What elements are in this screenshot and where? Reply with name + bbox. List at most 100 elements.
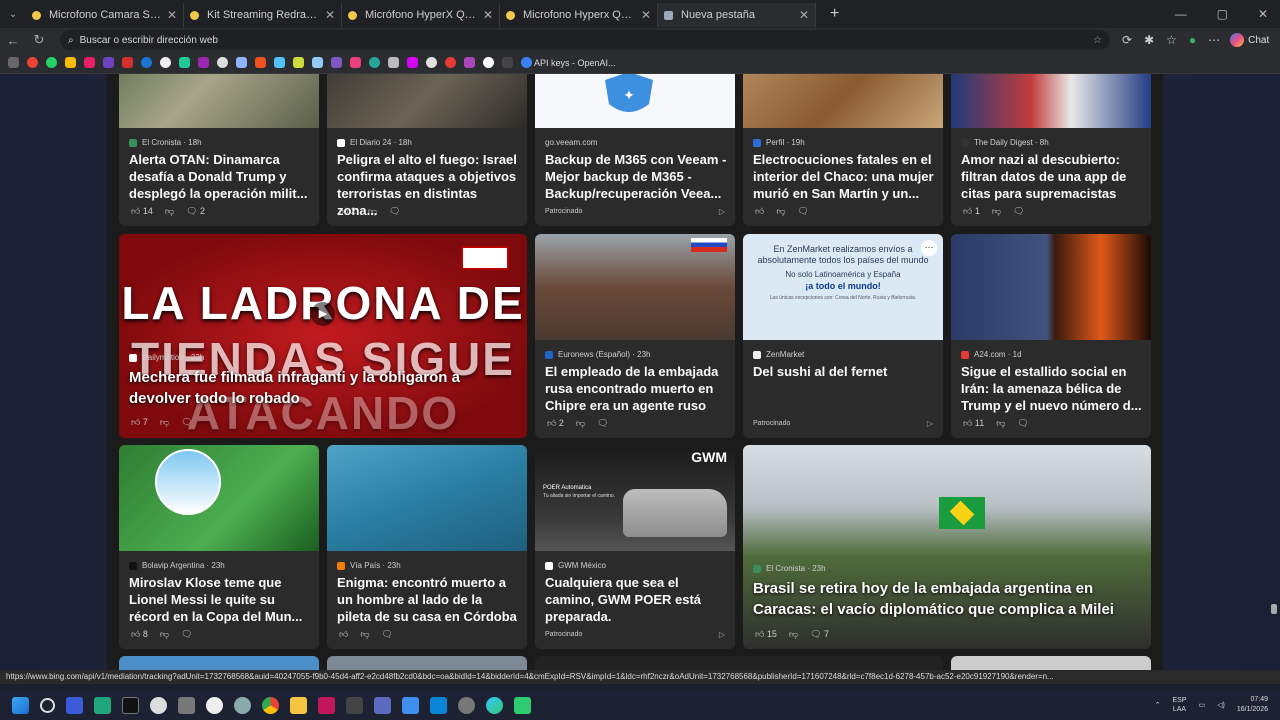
- search-input[interactable]: ⌕ Buscar o escribir dirección web ☆: [60, 30, 1110, 50]
- dislike-icon[interactable]: 👎︎: [360, 629, 369, 640]
- tab-5[interactable]: Nueva pestaña ✕: [658, 3, 816, 27]
- close-icon[interactable]: ✕: [325, 8, 335, 22]
- like-button[interactable]: 👍︎ 8: [131, 629, 148, 640]
- bookmark-icon[interactable]: [255, 57, 266, 68]
- ad-info-icon[interactable]: ▷: [927, 419, 933, 428]
- news-card[interactable]: [327, 656, 527, 670]
- app-icon[interactable]: [514, 696, 531, 714]
- news-card[interactable]: [119, 656, 319, 670]
- tab-4[interactable]: Microfono Hyperx Quadcast 2 Usl ✕: [500, 3, 658, 27]
- comment-icon[interactable]: 🗨︎: [1017, 418, 1028, 429]
- bookmark-icon[interactable]: [236, 57, 247, 68]
- comment-icon[interactable]: 🗨︎: [382, 629, 393, 640]
- like-icon[interactable]: 👍︎: [755, 206, 764, 217]
- chevron-up-icon[interactable]: ⌃: [1155, 701, 1161, 709]
- bookmark-icon[interactable]: [350, 57, 361, 68]
- bookmark-icon[interactable]: [502, 57, 513, 68]
- dislike-icon[interactable]: 👎︎: [996, 418, 1005, 429]
- news-card[interactable]: [535, 656, 943, 670]
- tab-1[interactable]: Microfono Camara Streaming | M ✕: [26, 3, 184, 27]
- tab-3[interactable]: Micrófono HyperX QuadCast S R ✕: [342, 3, 500, 27]
- close-window-icon[interactable]: ✕: [1258, 7, 1268, 21]
- bookmark-icon[interactable]: [426, 57, 437, 68]
- featured-news-card[interactable]: El Cronista · 23h Brasil se retira hoy d…: [743, 445, 1151, 649]
- comment-icon[interactable]: 🗨︎: [798, 206, 809, 217]
- dislike-icon[interactable]: 👎︎: [160, 417, 169, 428]
- clock[interactable]: 07:49 16/1/2026: [1237, 695, 1268, 715]
- news-card[interactable]: [951, 656, 1151, 670]
- like-button[interactable]: 👍︎ 15: [755, 629, 777, 640]
- comment-icon[interactable]: 🗨︎: [181, 417, 192, 428]
- comment-icon[interactable]: 🗨︎: [1013, 206, 1024, 217]
- terminal-icon[interactable]: [122, 696, 139, 714]
- bookmark-icon[interactable]: [445, 57, 456, 68]
- like-icon[interactable]: 👍︎: [339, 629, 348, 640]
- bookmark-icon[interactable]: [407, 57, 418, 68]
- search-icon[interactable]: [40, 697, 55, 713]
- bookmark-icon[interactable]: [198, 57, 209, 68]
- news-card[interactable]: El Diario 24 · 18h Peligra el alto el fu…: [327, 74, 527, 226]
- bookmark-icon[interactable]: [274, 57, 285, 68]
- app-icon[interactable]: [150, 696, 167, 714]
- vscode-icon[interactable]: [430, 696, 447, 714]
- extensions-icon[interactable]: ⟳: [1122, 33, 1132, 47]
- dislike-icon[interactable]: 👎︎: [368, 206, 377, 217]
- scrollbar-thumb[interactable]: [1271, 604, 1277, 614]
- bookmark-icon[interactable]: [293, 57, 304, 68]
- network-icon[interactable]: ▭: [1199, 701, 1206, 709]
- bookmark-icon[interactable]: [388, 57, 399, 68]
- bookmark-icon[interactable]: [65, 57, 76, 68]
- video-card[interactable]: LA LADRONA DE TIENDAS SIGUE ATACANDO ▶ D…: [119, 234, 527, 438]
- edge-icon[interactable]: [486, 696, 503, 714]
- app-icon[interactable]: [346, 696, 363, 714]
- more-options-icon[interactable]: ⋯: [921, 240, 937, 256]
- folder-icon[interactable]: [290, 696, 307, 714]
- close-icon[interactable]: ✕: [167, 8, 177, 22]
- app-icon[interactable]: [178, 696, 195, 714]
- close-icon[interactable]: ✕: [641, 8, 651, 22]
- bookmark-icon[interactable]: [312, 57, 323, 68]
- news-card[interactable]: Euronews (Español) · 23h El empleado de …: [535, 234, 735, 438]
- bookmark-icon[interactable]: [331, 57, 342, 68]
- bookmark-icon[interactable]: [217, 57, 228, 68]
- more-icon[interactable]: ⋯: [1208, 33, 1220, 47]
- ad-card[interactable]: GWM POER Automatica Tu aliada sin import…: [535, 445, 735, 649]
- bookmark-icon[interactable]: [369, 57, 380, 68]
- volume-icon[interactable]: ◁): [1217, 701, 1225, 709]
- dislike-icon[interactable]: 👎︎: [992, 206, 1001, 217]
- like-button[interactable]: 👍︎ 2: [339, 206, 356, 217]
- ad-info-icon[interactable]: ▷: [719, 207, 725, 216]
- bookmark-icon[interactable]: [27, 57, 38, 68]
- bookmark-icon[interactable]: [483, 57, 494, 68]
- news-card[interactable]: Perfil · 19h Electrocuciones fatales en …: [743, 74, 943, 226]
- refresh-icon[interactable]: ↻: [26, 32, 52, 48]
- minimize-icon[interactable]: —: [1175, 7, 1187, 21]
- ad-card[interactable]: ✦ go.veeam.com Backup de M365 con Veeam …: [535, 74, 735, 226]
- settings-icon[interactable]: [234, 696, 251, 714]
- news-card[interactable]: A24.com · 1d Sigue el estallido social e…: [951, 234, 1151, 438]
- puzzle-icon[interactable]: ✱: [1144, 33, 1154, 47]
- comment-icon[interactable]: 🗨︎: [389, 206, 400, 217]
- like-button[interactable]: 👍︎ 7: [131, 417, 148, 428]
- dislike-icon[interactable]: 👎︎: [576, 418, 585, 429]
- news-card[interactable]: Vía País · 23h Enigma: encontró muerto a…: [327, 445, 527, 649]
- collections-icon[interactable]: ☆: [1166, 33, 1177, 47]
- bookmark-openai[interactable]: API keys - OpenAI...: [521, 57, 616, 68]
- comment-button[interactable]: 🗨︎ 2: [186, 206, 205, 217]
- like-button[interactable]: 👍︎ 1: [963, 206, 980, 217]
- profile-icon[interactable]: ●: [1189, 33, 1196, 47]
- calculator-icon[interactable]: [374, 696, 391, 714]
- bookmark-icon[interactable]: [8, 57, 19, 68]
- comment-icon[interactable]: 🗨︎: [181, 629, 192, 640]
- dislike-icon[interactable]: 👎︎: [776, 206, 785, 217]
- news-card[interactable]: Bolavip Argentina · 23h Miroslav Klose t…: [119, 445, 319, 649]
- bookmark-icon[interactable]: [179, 57, 190, 68]
- dislike-icon[interactable]: 👎︎: [160, 629, 169, 640]
- app-icon[interactable]: [94, 696, 111, 714]
- like-button[interactable]: 👍︎ 2: [547, 418, 564, 429]
- app-icon[interactable]: [206, 696, 223, 714]
- close-icon[interactable]: ✕: [483, 8, 493, 22]
- bookmark-icon[interactable]: [103, 57, 114, 68]
- app-icon[interactable]: [66, 696, 83, 714]
- bookmark-icon[interactable]: [84, 57, 95, 68]
